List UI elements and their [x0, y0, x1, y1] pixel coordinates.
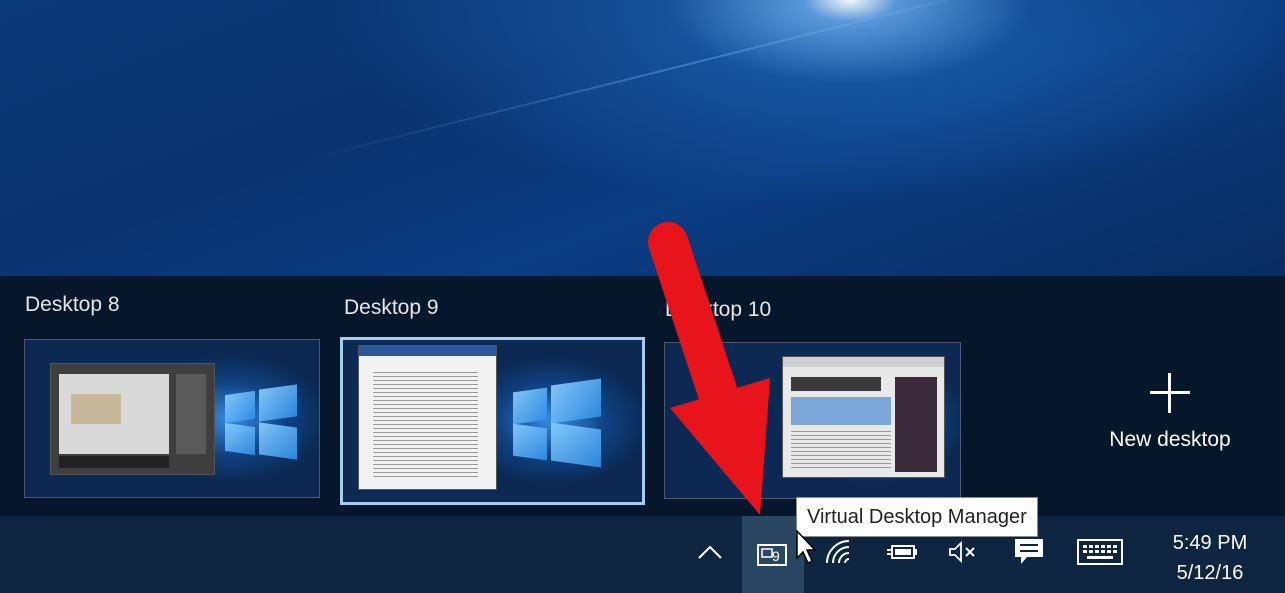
touch-keyboard-button[interactable] [1073, 516, 1127, 593]
plus-icon [1090, 370, 1250, 424]
red-arrow-annotation [600, 210, 780, 525]
clock-time: 5:49 PM [1172, 532, 1248, 554]
desktop-label: Desktop 9 [344, 296, 439, 319]
virtual-desktop-manager-icon: 9 [757, 542, 789, 568]
desktop-number-badge: 9 [772, 547, 780, 564]
volume-muted-icon [947, 540, 979, 569]
new-desktop-label: New desktop [1109, 428, 1231, 451]
wifi-icon [825, 539, 855, 570]
desktop-label: Desktop 8 [25, 293, 120, 316]
wallpaper-light-ray [299, 0, 1077, 162]
window-thumbnail [782, 356, 945, 478]
virtual-desktop-manager-tooltip: Virtual Desktop Manager [796, 497, 1038, 537]
new-desktop-button[interactable]: New desktop [1090, 370, 1250, 460]
desktop-thumbnail[interactable] [24, 339, 320, 498]
chevron-up-icon [697, 544, 723, 565]
show-hidden-icons-button[interactable] [690, 516, 730, 593]
clock-date: 5/12/16 [1176, 562, 1244, 584]
action-center-icon [1013, 537, 1045, 572]
virtual-desktop-manager-button[interactable]: 9 [742, 516, 804, 593]
window-thumbnail [358, 345, 497, 490]
battery-power-icon [886, 541, 918, 568]
touch-keyboard-icon [1077, 539, 1123, 570]
taskbar: 9 5:49 PM 5/12/16 [0, 516, 1285, 593]
window-thumbnail [50, 363, 215, 475]
mouse-pointer-icon [796, 529, 818, 571]
clock[interactable]: 5:49 PM 5/12/16 [1150, 528, 1270, 588]
